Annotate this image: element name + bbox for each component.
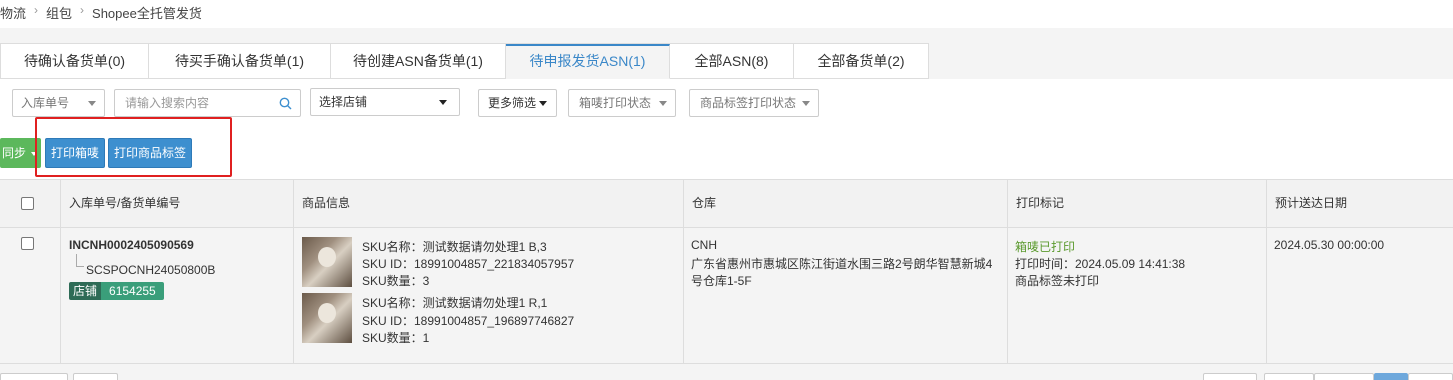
select-all-checkbox[interactable]: [21, 197, 34, 210]
search-type-label: 入库单号: [21, 96, 70, 110]
tab-pending-create-asn[interactable]: 待创建ASN备货单(1): [331, 44, 506, 79]
tab-pending-buyer-confirm[interactable]: 待买手确认备货单(1): [149, 44, 331, 79]
warehouse-address: 广东省惠州市惠城区陈江街道水围三路2号朗华智慧新城4: [691, 257, 993, 271]
store-badge: 店铺 6154255: [69, 282, 164, 300]
column-header-inbound: 入库单号/备货单编号: [60, 180, 294, 228]
breadcrumb: 物流 › 组包 › Shopee全托管发货: [0, 0, 1453, 28]
chevron-down-icon: [88, 101, 96, 106]
sku-name: SKU名称：测试数据请勿处理1 R,1: [362, 296, 548, 310]
tab-pending-confirm[interactable]: 待确认备货单(0): [1, 44, 149, 79]
product-thumbnail[interactable]: [302, 293, 352, 343]
row-checkbox[interactable]: [21, 237, 34, 250]
page-size-select[interactable]: [0, 373, 68, 380]
column-header-print-mark: 打印标记: [1007, 180, 1266, 228]
tab-all-asn[interactable]: 全部ASN(8): [670, 44, 794, 79]
label-print-status-label: 商品标签打印状态: [700, 96, 797, 110]
pagination-next[interactable]: [1408, 373, 1453, 380]
column-header-warehouse: 仓库: [683, 180, 1007, 228]
inbound-number[interactable]: INCNH0002405090569: [69, 238, 194, 252]
box-print-status-select[interactable]: 箱唛打印状态: [568, 89, 676, 117]
table-header: 入库单号/备货单编号 商品信息 仓库 打印标记 预计送达日期: [0, 179, 1453, 228]
warehouse-address-cont: 号仓库1-5F: [691, 274, 752, 288]
search-icon[interactable]: [279, 97, 292, 110]
pagination-control[interactable]: [1203, 373, 1257, 380]
box-print-status-label: 箱唛打印状态: [579, 96, 652, 110]
chevron-down-icon: [659, 101, 667, 106]
tab-pending-declare-asn[interactable]: 待申报发货ASN(1): [506, 44, 670, 79]
search-type-select[interactable]: 入库单号: [12, 89, 105, 117]
label-print-status: 商品标签未打印: [1015, 274, 1100, 288]
breadcrumb-item-logistics[interactable]: 物流: [0, 3, 26, 22]
chevron-down-icon: [539, 101, 547, 106]
breadcrumb-item-current: Shopee全托管发货: [92, 6, 202, 21]
chevron-down-icon: [802, 101, 810, 106]
more-filters-button[interactable]: 更多筛选: [478, 89, 557, 117]
sku-id: SKU ID：18991004857_196897746827: [362, 314, 575, 328]
table-row: [0, 228, 1453, 364]
stock-order-number[interactable]: SCSPOCNH24050800B: [86, 263, 215, 277]
tree-connector: [76, 254, 84, 267]
sku-quantity: SKU数量：3: [362, 274, 430, 288]
pagination-page[interactable]: [1314, 373, 1374, 380]
sync-button-label: 同步: [2, 146, 27, 160]
status-tabs: 待确认备货单(0) 待买手确认备货单(1) 待创建ASN备货单(1) 待申报发货…: [0, 43, 929, 79]
breadcrumb-separator-icon: ›: [34, 3, 39, 17]
tab-all-orders[interactable]: 全部备货单(2): [794, 44, 929, 79]
store-id: 6154255: [101, 282, 164, 300]
breadcrumb-separator-icon: ›: [80, 3, 85, 17]
print-time: 打印时间：2024.05.09 14:41:38: [1015, 257, 1186, 271]
sku-quantity: SKU数量：1: [362, 331, 430, 345]
column-header-product: 商品信息: [293, 180, 683, 228]
store-tag: 店铺: [69, 282, 102, 300]
breadcrumb-item-package[interactable]: 组包: [46, 3, 72, 22]
column-header-eta: 预计送达日期: [1266, 180, 1453, 228]
search-placeholder: 请输入搜索内容: [125, 96, 210, 110]
highlight-box: [35, 117, 232, 177]
product-thumbnail[interactable]: [302, 237, 352, 287]
sku-name: SKU名称：测试数据请勿处理1 B,3: [362, 240, 547, 254]
chevron-down-icon: [439, 100, 447, 105]
store-select[interactable]: 选择店铺: [310, 88, 460, 116]
box-print-status: 箱唛已打印: [1015, 240, 1076, 254]
search-input[interactable]: 请输入搜索内容: [114, 89, 301, 117]
more-filters-label: 更多筛选: [488, 96, 537, 110]
store-select-label: 选择店铺: [319, 95, 368, 109]
pagination-prev[interactable]: [1264, 373, 1314, 380]
sku-id: SKU ID：18991004857_221834057957: [362, 257, 575, 271]
label-print-status-select[interactable]: 商品标签打印状态: [689, 89, 819, 117]
eta-date: 2024.05.30 00:00:00: [1274, 238, 1385, 252]
pagination-current-page[interactable]: [1374, 373, 1408, 380]
page-jump-input[interactable]: [73, 373, 118, 380]
warehouse-code: CNH: [691, 238, 717, 252]
